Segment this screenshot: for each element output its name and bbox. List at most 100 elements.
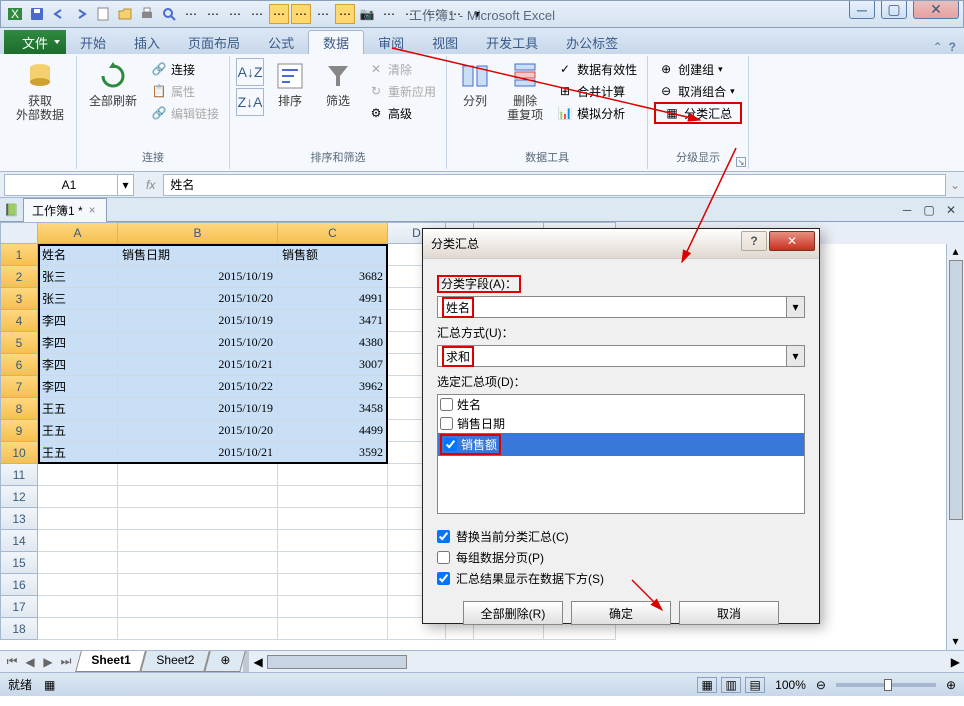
tab-file[interactable]: 文件 — [4, 30, 66, 54]
zoom-out-button[interactable]: ⊖ — [816, 678, 826, 692]
cell[interactable] — [38, 596, 118, 618]
workbook-tab[interactable]: 工作簿1 * × — [23, 198, 107, 222]
fx-icon[interactable]: fx — [146, 178, 155, 192]
tab-formula[interactable]: 公式 — [254, 30, 308, 54]
doc-restore-button[interactable]: ▢ — [920, 202, 938, 218]
cell[interactable] — [38, 530, 118, 552]
list-item[interactable]: 销售日期 — [438, 414, 804, 433]
row-header[interactable]: 4 — [0, 310, 38, 332]
cell[interactable] — [278, 530, 388, 552]
row-header[interactable]: 9 — [0, 420, 38, 442]
tab-review[interactable]: 审阅 — [364, 30, 418, 54]
dropdown-icon[interactable]: ▾ — [786, 297, 804, 317]
cell[interactable]: 4380 — [278, 332, 388, 354]
list-item[interactable]: 姓名 — [438, 395, 804, 414]
cell[interactable]: 2015/10/20 — [118, 332, 278, 354]
row-header[interactable]: 7 — [0, 376, 38, 398]
edit-links-button[interactable]: 🔗编辑链接 — [147, 102, 223, 124]
cell[interactable]: 2015/10/20 — [118, 288, 278, 310]
cell[interactable]: 4499 — [278, 420, 388, 442]
row-header[interactable]: 17 — [0, 596, 38, 618]
cell[interactable] — [118, 464, 278, 486]
row-header[interactable]: 15 — [0, 552, 38, 574]
tab-dev[interactable]: 开发工具 — [472, 30, 552, 54]
group-button[interactable]: ⊕创建组▾ — [654, 58, 742, 80]
dialog-help-button[interactable]: ? — [741, 231, 767, 251]
field-combo[interactable]: 姓名 ▾ — [437, 296, 805, 318]
cell[interactable]: 王五 — [38, 398, 118, 420]
dialog-launcher-icon[interactable]: ↘ — [736, 157, 746, 167]
tab-office[interactable]: 办公标签 — [552, 30, 632, 54]
cell[interactable]: 李四 — [38, 354, 118, 376]
expand-formula-icon[interactable]: ⌄ — [946, 178, 964, 192]
cell[interactable]: 2015/10/19 — [118, 266, 278, 288]
vertical-scrollbar[interactable]: ▴ ▾ — [946, 244, 964, 650]
remove-all-button[interactable]: 全部删除(R) — [463, 601, 563, 625]
row-header[interactable]: 3 — [0, 288, 38, 310]
cell[interactable]: 2015/10/21 — [118, 442, 278, 464]
cell[interactable]: 张三 — [38, 288, 118, 310]
qat-new-icon[interactable] — [93, 4, 113, 24]
sort-desc-button[interactable]: Z↓A — [236, 88, 264, 116]
refresh-all-button[interactable]: 全部刷新 — [83, 58, 143, 110]
cell[interactable]: 2015/10/19 — [118, 310, 278, 332]
row-header[interactable]: 16 — [0, 574, 38, 596]
cell[interactable]: 李四 — [38, 376, 118, 398]
close-tab-icon[interactable]: × — [87, 203, 98, 217]
column-header[interactable]: B — [118, 222, 278, 244]
cell[interactable]: 李四 — [38, 310, 118, 332]
tab-view[interactable]: 视图 — [418, 30, 472, 54]
filter-button[interactable]: 筛选 — [316, 58, 360, 110]
cell[interactable]: 王五 — [38, 442, 118, 464]
data-validation-button[interactable]: ✓数据有效性 — [553, 58, 641, 80]
sort-button[interactable]: 排序 — [268, 58, 312, 110]
dialog-titlebar[interactable]: 分类汇总 ? ✕ — [423, 229, 819, 259]
cell[interactable] — [38, 508, 118, 530]
row-header[interactable]: 18 — [0, 618, 38, 640]
cell[interactable] — [278, 596, 388, 618]
func-combo[interactable]: 求和 ▾ — [437, 345, 805, 367]
dialog-close-button[interactable]: ✕ — [769, 231, 815, 251]
qat-btn[interactable]: ⋯ — [269, 4, 289, 24]
tab-insert[interactable]: 插入 — [120, 30, 174, 54]
next-sheet-icon[interactable]: ▶ — [40, 654, 56, 670]
replace-checkbox[interactable]: 替换当前分类汇总(C) — [437, 528, 805, 545]
qat-btn[interactable]: ⋯ — [181, 4, 201, 24]
sheet-tab[interactable]: Sheet1 — [75, 651, 146, 672]
row-header[interactable]: 5 — [0, 332, 38, 354]
reapply-button[interactable]: ↻重新应用 — [364, 80, 440, 102]
cell[interactable] — [118, 486, 278, 508]
page-layout-button[interactable]: ▥ — [721, 677, 741, 693]
sheet-tab[interactable]: Sheet2 — [141, 651, 211, 672]
cell[interactable] — [278, 486, 388, 508]
qat-preview-icon[interactable] — [159, 4, 179, 24]
cell[interactable]: 4991 — [278, 288, 388, 310]
cell[interactable]: 王五 — [38, 420, 118, 442]
items-list[interactable]: 姓名销售日期销售额 — [437, 394, 805, 514]
dropdown-icon[interactable]: ▾ — [117, 175, 133, 195]
cell[interactable] — [38, 464, 118, 486]
cell[interactable] — [38, 618, 118, 640]
ok-button[interactable]: 确定 — [571, 601, 671, 625]
page-checkbox[interactable]: 每组数据分页(P) — [437, 549, 805, 566]
first-sheet-icon[interactable]: ⏮ — [4, 654, 20, 670]
cell[interactable]: 姓名 — [38, 244, 118, 266]
cell[interactable] — [278, 464, 388, 486]
zoom-slider[interactable] — [836, 683, 936, 687]
cell[interactable]: 张三 — [38, 266, 118, 288]
properties-button[interactable]: 📋属性 — [147, 80, 223, 102]
row-header[interactable]: 13 — [0, 508, 38, 530]
row-header[interactable]: 11 — [0, 464, 38, 486]
consolidate-button[interactable]: ⊞合并计算 — [553, 80, 641, 102]
qat-btn[interactable]: ⋯ — [379, 4, 399, 24]
camera-icon[interactable]: 📷 — [357, 4, 377, 24]
cell[interactable] — [118, 508, 278, 530]
help-icon[interactable]: ? — [949, 40, 956, 54]
prev-sheet-icon[interactable]: ◀ — [22, 654, 38, 670]
row-header[interactable]: 2 — [0, 266, 38, 288]
qat-btn[interactable]: ⋯ — [203, 4, 223, 24]
cell[interactable]: 李四 — [38, 332, 118, 354]
ungroup-button[interactable]: ⊖取消组合▾ — [654, 80, 742, 102]
horizontal-scrollbar[interactable]: ◀ ▶ — [249, 651, 964, 672]
whatif-button[interactable]: 📊模拟分析 — [553, 102, 641, 124]
